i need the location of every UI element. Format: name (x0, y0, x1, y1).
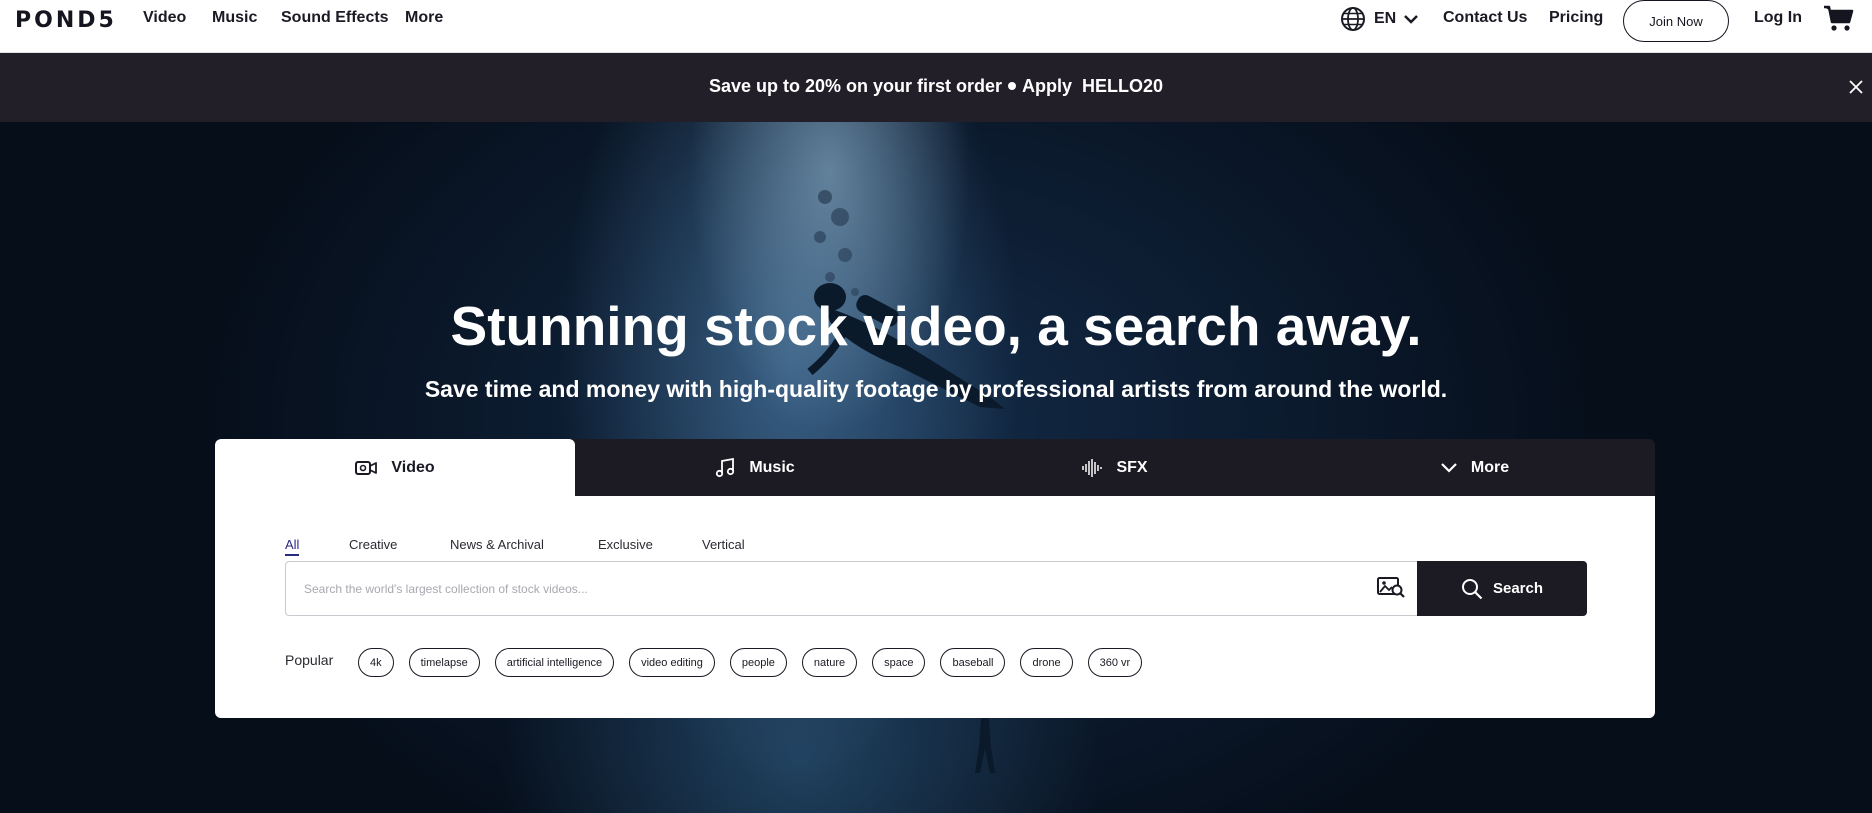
promo-separator-dot (1008, 82, 1016, 90)
popular-searches: 4k timelapse artificial intelligence vid… (358, 648, 1143, 677)
search-icon (1461, 578, 1483, 599)
tab-music[interactable]: Music (575, 439, 935, 496)
tab-video[interactable]: Video (215, 439, 575, 496)
join-now-button[interactable]: Join Now (1623, 0, 1729, 42)
popular-chip-timelapse[interactable]: timelapse (408, 648, 480, 677)
popular-chip-space[interactable]: space (872, 648, 926, 677)
cart-icon[interactable] (1823, 4, 1855, 32)
tab-sfx-label: SFX (1116, 458, 1148, 476)
nav-link-video[interactable]: Video (143, 9, 186, 27)
filter-creative[interactable]: Creative (349, 537, 397, 552)
popular-chip-artificial-intelligence[interactable]: artificial intelligence (494, 648, 615, 677)
nav-link-sound-effects[interactable]: Sound Effects (281, 9, 389, 27)
hero-subline: Save time and money with high-quality fo… (424, 376, 1448, 402)
search-input[interactable] (304, 578, 1324, 600)
filter-vertical[interactable]: Vertical (702, 537, 745, 552)
image-search-icon[interactable] (1377, 575, 1405, 599)
pond5-logo[interactable]: POND5 (15, 8, 117, 33)
top-navigation: POND5 Video Music Sound Effects More EN … (0, 0, 1872, 53)
tab-more[interactable]: More (1295, 439, 1655, 496)
filter-exclusive[interactable]: Exclusive (598, 537, 653, 552)
filter-all[interactable]: All (285, 537, 300, 556)
contact-us-link[interactable]: Contact Us (1443, 9, 1527, 27)
language-code: EN (1374, 10, 1397, 27)
popular-label: Popular (285, 652, 334, 668)
tab-more-label: More (1470, 458, 1510, 476)
search-panel-body: All Creative News & Archival Exclusive V… (215, 496, 1655, 718)
promo-message: Save up to 20% on your first order Apply … (0, 76, 1872, 97)
promo-apply-label: Apply (1022, 76, 1073, 96)
popular-chip-video-editing[interactable]: video editing (629, 648, 715, 677)
nav-link-more[interactable]: More (405, 9, 443, 27)
popular-chip-drone[interactable]: drone (1020, 648, 1073, 677)
pricing-link[interactable]: Pricing (1549, 9, 1603, 27)
promo-banner: Save up to 20% on your first order Apply … (0, 53, 1872, 122)
video-camera-icon (355, 460, 378, 475)
waveform-icon (1082, 458, 1103, 477)
filter-news-archival[interactable]: News & Archival (450, 537, 544, 552)
language-selector[interactable]: EN (1340, 5, 1419, 33)
hero-headline: Stunning stock video, a search away. (450, 295, 1422, 357)
asset-type-tabs: Video Music SFX More (215, 439, 1655, 496)
search-button[interactable]: Search (1417, 561, 1587, 616)
tab-sfx[interactable]: SFX (935, 439, 1295, 496)
nav-link-music[interactable]: Music (212, 9, 257, 27)
chevron-down-icon (1404, 15, 1419, 24)
popular-chip-nature[interactable]: nature (801, 648, 858, 677)
tab-video-label: Video (391, 458, 435, 476)
search-button-label: Search (1492, 580, 1544, 597)
popular-chip-4k[interactable]: 4k (358, 648, 394, 677)
tab-music-label: Music (749, 458, 795, 476)
globe-icon (1341, 7, 1365, 31)
promo-text: Save up to 20% on your first order (708, 76, 1002, 96)
popular-chip-people[interactable]: people (729, 648, 787, 677)
close-icon[interactable] (1846, 77, 1866, 97)
log-in-link[interactable]: Log In (1754, 9, 1802, 27)
search-field (285, 561, 1419, 616)
popular-chip-baseball[interactable]: baseball (940, 648, 1006, 677)
music-note-icon (716, 457, 735, 477)
search-panel: Video Music SFX More All Creative News &… (215, 439, 1655, 718)
promo-code: HELLO20 (1082, 76, 1164, 96)
popular-chip-360-vr[interactable]: 360 vr (1087, 648, 1143, 677)
chevron-down-icon (1441, 462, 1457, 473)
